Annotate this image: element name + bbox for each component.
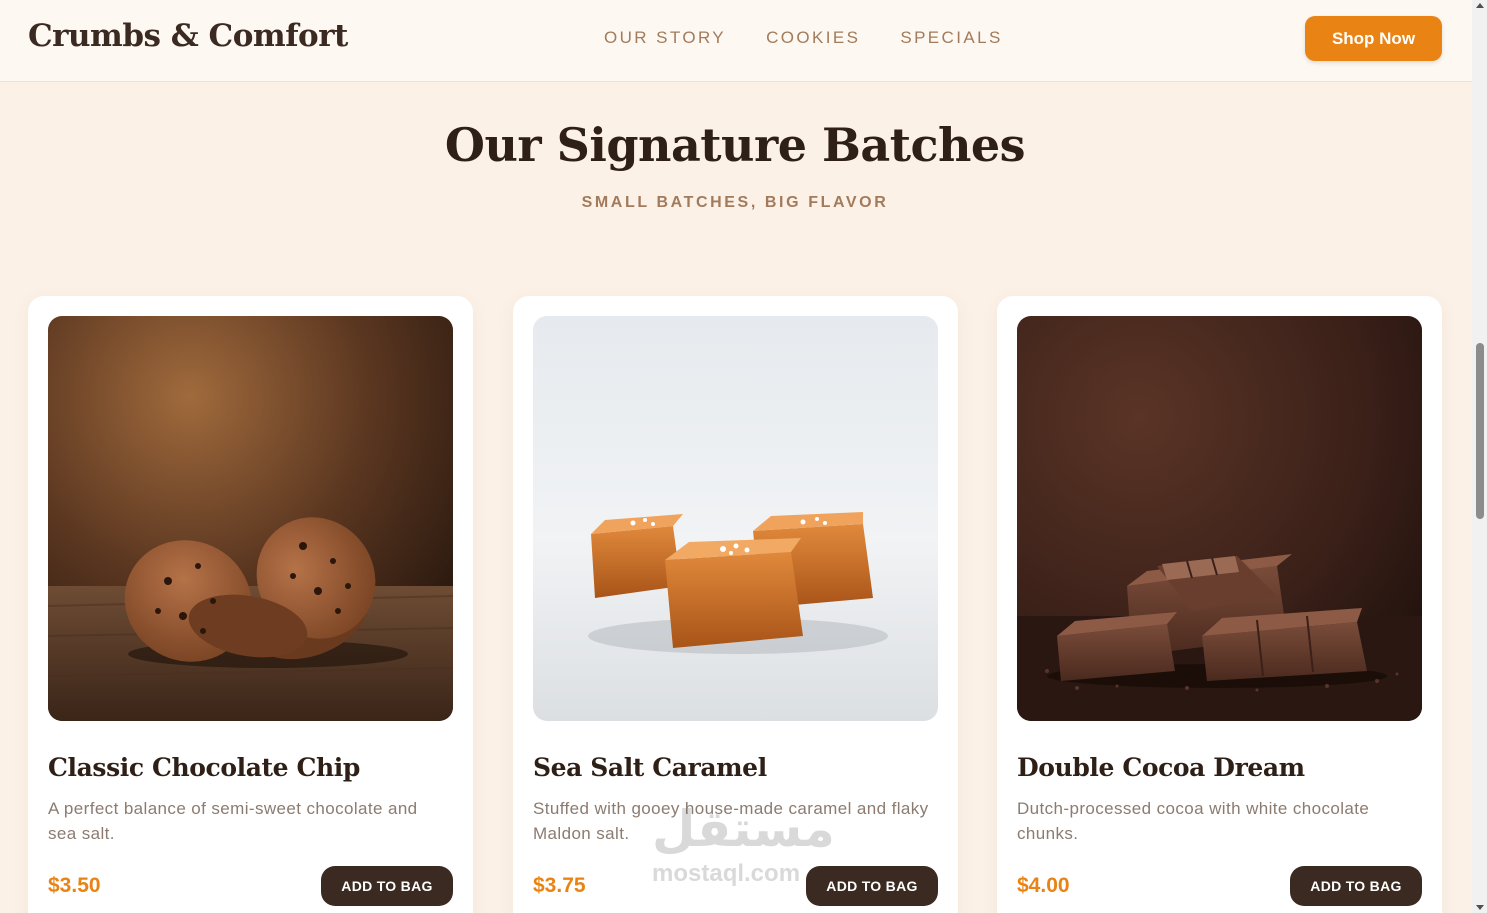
page-scrollbar[interactable] [1472, 0, 1487, 913]
sea-salt-caramels-image [533, 316, 938, 721]
site-header: Crumbs & Comfort OUR STORY COOKIES SPECI… [0, 0, 1472, 82]
product-price: $3.50 [48, 874, 101, 897]
product-card-classic-chocolate-chip: Classic Chocolate Chip A perfect balance… [28, 296, 473, 913]
product-price: $4.00 [1017, 874, 1070, 897]
add-to-bag-button[interactable]: ADD TO BAG [806, 866, 938, 906]
chocolate-chip-cookies-image [48, 316, 453, 721]
brand-logo[interactable]: Crumbs & Comfort [28, 18, 348, 54]
nav-specials[interactable]: SPECIALS [900, 28, 1002, 48]
shop-now-button[interactable]: Shop Now [1305, 16, 1442, 61]
product-name: Double Cocoa Dream [1017, 753, 1305, 782]
section-subtitle: SMALL BATCHES, BIG FLAVOR [581, 194, 889, 211]
scroll-up-arrow-icon[interactable] [1476, 3, 1484, 8]
product-price: $3.75 [533, 874, 586, 897]
product-name: Classic Chocolate Chip [48, 753, 360, 782]
nav-our-story[interactable]: OUR STORY [604, 28, 726, 48]
product-name: Sea Salt Caramel [533, 753, 767, 782]
add-to-bag-button[interactable]: ADD TO BAG [321, 866, 453, 906]
product-card-double-cocoa-dream: Double Cocoa Dream Dutch-processed cocoa… [997, 296, 1442, 913]
add-to-bag-button[interactable]: ADD TO BAG [1290, 866, 1422, 906]
main-nav: OUR STORY COOKIES SPECIALS [604, 28, 1043, 48]
product-description: A perfect balance of semi-sweet chocolat… [48, 799, 418, 843]
product-description: Stuffed with gooey house-made caramel an… [533, 799, 929, 843]
section-title: Our Signature Batches [444, 118, 1026, 172]
scroll-down-arrow-icon[interactable] [1476, 905, 1484, 910]
chocolate-bar-pieces-image [1017, 316, 1422, 721]
product-description: Dutch-processed cocoa with white chocola… [1017, 799, 1370, 843]
nav-cookies[interactable]: COOKIES [766, 28, 860, 48]
scrollbar-thumb[interactable] [1476, 343, 1484, 519]
product-card-sea-salt-caramel: Sea Salt Caramel Stuffed with gooey hous… [513, 296, 958, 913]
